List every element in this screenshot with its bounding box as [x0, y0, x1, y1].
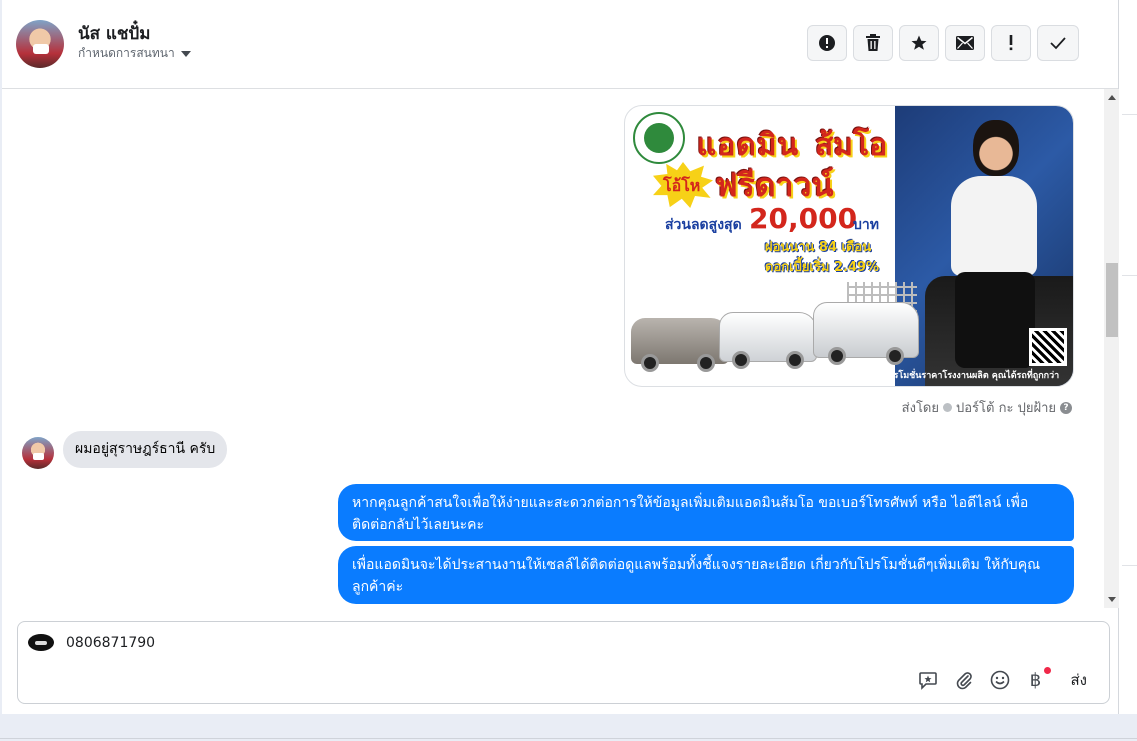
- mark-unread-button[interactable]: [945, 25, 985, 61]
- saved-reply-button[interactable]: [917, 669, 939, 691]
- scroll-up-arrow-icon[interactable]: [1108, 95, 1116, 100]
- notification-dot: [1043, 667, 1051, 674]
- ad-footer: โปรโมชั่นราคาโรงงานผลิต คุณได้รถที่ถูกกว…: [883, 371, 1060, 381]
- contact-name[interactable]: นัส แชปั๋ม: [78, 20, 150, 47]
- payment-button[interactable]: ฿: [1025, 667, 1051, 691]
- model-photo: [973, 120, 1019, 176]
- alert-circle-icon: [819, 35, 835, 51]
- ad-interest: ดอกเบี้ยเริ่ม 2.49%: [765, 260, 880, 275]
- scrollbar-thumb[interactable]: [1106, 263, 1118, 337]
- car-pickup: [719, 312, 817, 369]
- page-avatar: [28, 634, 54, 651]
- message-list[interactable]: แอดมิน ส้มโอ โอ้โห ฟรีดาวน์ ส่วนลดสูงสุด…: [2, 89, 1102, 608]
- check-icon: [1050, 37, 1066, 50]
- scroll-down-arrow-icon[interactable]: [1108, 597, 1116, 602]
- caret-down-icon: [180, 50, 191, 57]
- sent-by-prefix: ส่งโดย: [901, 401, 939, 416]
- sent-by-name[interactable]: ปอร์โต้ กะ ปุยฝ้าย: [956, 397, 1056, 418]
- exclamation-icon: [1009, 35, 1013, 51]
- contact-avatar-small: [22, 437, 54, 469]
- sent-by-info: ส่งโดย ปอร์โต้ กะ ปุยฝ้าย ?: [902, 397, 1072, 418]
- outgoing-message[interactable]: เพื่อแอดมินจะได้ประสานงานให้เซลล์ได้ติดต…: [338, 546, 1074, 604]
- message-composer[interactable]: 0806871790 ฿ ส่ง: [17, 621, 1110, 704]
- composer-tools: ฿ ส่ง: [917, 667, 1091, 692]
- ad-image-message[interactable]: แอดมิน ส้มโอ โอ้โห ฟรีดาวน์ ส่วนลดสูงสุด…: [624, 105, 1074, 387]
- contact-avatar[interactable]: [16, 20, 64, 68]
- smile-icon: [990, 670, 1009, 690]
- car-sedan: [631, 318, 729, 372]
- reply-input[interactable]: 0806871790: [66, 635, 155, 651]
- ad-discount-amount: 20,000: [749, 202, 858, 235]
- send-button[interactable]: ส่ง: [1067, 668, 1091, 692]
- conversation-panel: นัส แชปั๋ม กำหนดการสนทนา แอดมิน ส้มโอ โอ…: [2, 0, 1120, 714]
- outgoing-message[interactable]: หากคุณลูกค้าสนใจเพื่อให้ง่ายและสะดวกต่อก…: [338, 484, 1074, 541]
- dealer-logo: [633, 112, 685, 164]
- ad-discount-unit: บาท: [853, 217, 879, 233]
- verified-icon: [943, 403, 952, 412]
- ad-installment: ผ่อนนาน 84 เดือน: [765, 240, 872, 255]
- car-pickup-cage: [813, 302, 919, 365]
- ad-discount-label: ส่วนลดสูงสุด: [665, 217, 742, 233]
- star-icon: [911, 35, 927, 50]
- assign-conversation-label: กำหนดการสนทนา: [78, 46, 175, 60]
- paperclip-icon: [956, 672, 972, 690]
- follow-up-button[interactable]: [991, 25, 1031, 61]
- trash-icon: [866, 34, 880, 51]
- conversation-toolbar: [807, 25, 1079, 61]
- side-panel-edge: [1119, 0, 1137, 714]
- spam-button[interactable]: [807, 25, 847, 61]
- bottom-divider: [0, 738, 1137, 739]
- saved-reply-icon: [918, 672, 937, 690]
- envelope-icon: [956, 36, 974, 50]
- assign-conversation-dropdown[interactable]: กำหนดการสนทนา: [78, 44, 191, 63]
- help-icon[interactable]: ?: [1060, 401, 1072, 414]
- message-scrollbar[interactable]: [1104, 89, 1120, 608]
- qr-code: [1029, 328, 1067, 366]
- conversation-header: นัส แชปั๋ม กำหนดการสนทนา: [2, 0, 1118, 89]
- attach-button[interactable]: [953, 669, 975, 691]
- incoming-message[interactable]: ผมอยู่สุราษฎร์ธานี ครับ: [63, 431, 228, 468]
- delete-button[interactable]: [853, 25, 893, 61]
- emoji-button[interactable]: [989, 669, 1011, 691]
- baht-icon: ฿: [1029, 669, 1042, 691]
- star-button[interactable]: [899, 25, 939, 61]
- done-button[interactable]: [1037, 25, 1079, 61]
